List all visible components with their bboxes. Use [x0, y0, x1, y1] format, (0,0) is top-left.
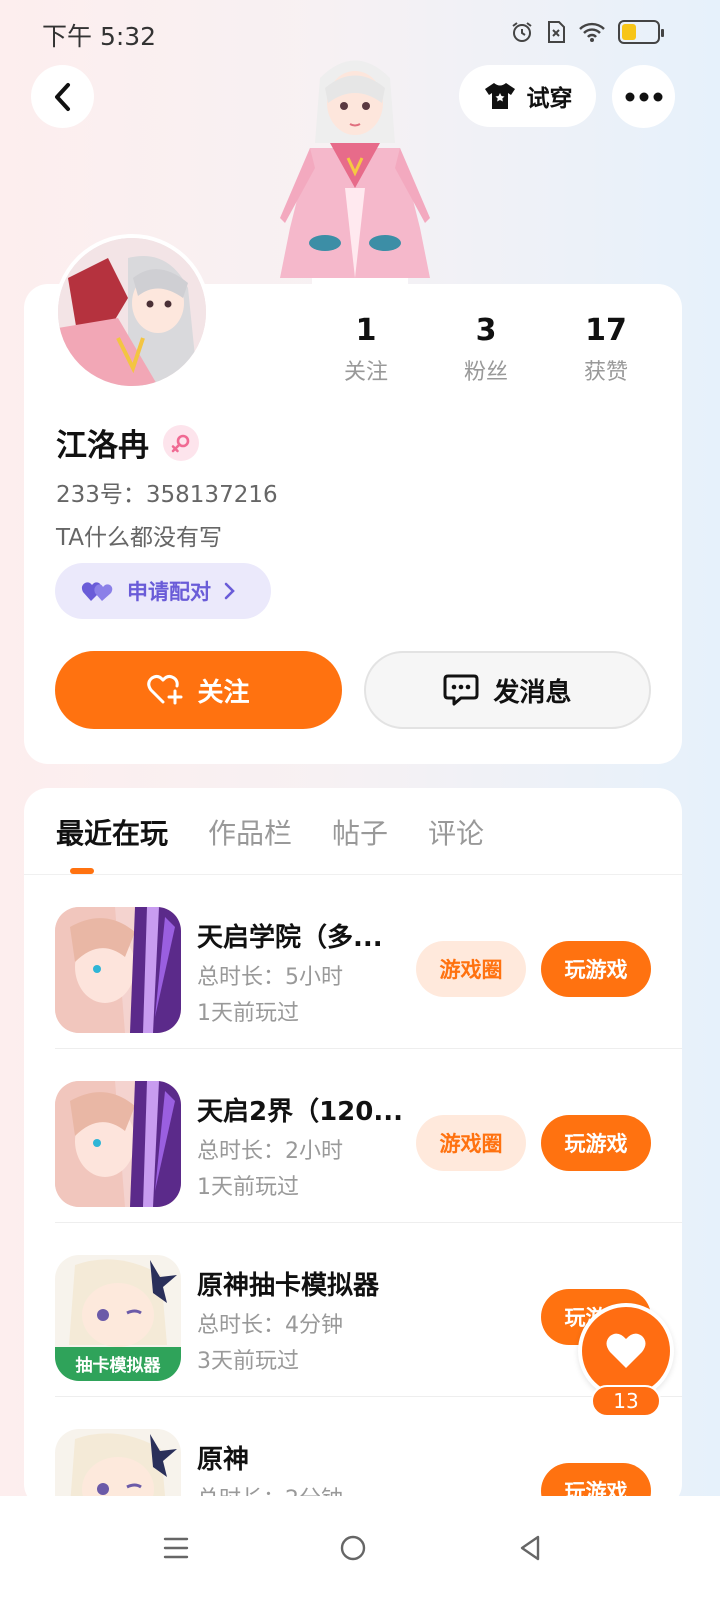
stat-label: 获赞 — [583, 360, 628, 385]
stat-likes[interactable]: 17 获赞 — [546, 312, 666, 386]
game-duration: 总时长：4分钟 — [197, 1313, 343, 1338]
nav-home-button[interactable] — [323, 1518, 383, 1578]
try-on-button[interactable]: 试穿 — [459, 65, 596, 127]
game-circle-button[interactable]: 游戏圈 — [416, 941, 526, 997]
list-item[interactable]: 天启学院（多... 总时长：5小时 1天前玩过 游戏圈 玩游戏 — [24, 875, 682, 1049]
game-last-played: 1天前玩过 — [197, 1175, 299, 1200]
list-item[interactable]: 原神 总时长：2分钟 玩游戏 — [24, 1397, 682, 1508]
stat-label: 关注 — [343, 360, 388, 385]
heart-plus-icon — [147, 674, 183, 705]
nav-menu-button[interactable] — [146, 1518, 206, 1578]
heart-icon — [606, 1333, 646, 1368]
female-gender-icon — [163, 424, 199, 461]
list-item[interactable]: 天启2界（120... 总时长：2小时 1天前玩过 游戏圈 玩游戏 — [24, 1049, 682, 1223]
game-icon: 抽卡模拟器 — [55, 1255, 181, 1381]
tab-bar: 最近在玩 作品栏 帖子 评论 — [56, 812, 484, 852]
game-duration: 总时长：5小时 — [197, 965, 343, 990]
stats: 1 关注 3 粉丝 17 获赞 — [306, 312, 666, 386]
more-button[interactable] — [612, 65, 675, 128]
game-name: 天启学院（多... — [197, 923, 383, 953]
double-heart-icon — [81, 582, 113, 601]
status-time: 下午 5:32 — [42, 22, 157, 51]
game-icon — [55, 1081, 181, 1207]
stat-value: 17 — [585, 313, 627, 348]
request-pair-label: 申请配对 — [127, 580, 211, 604]
game-duration: 总时长：2小时 — [197, 1139, 343, 1164]
alarm-icon — [512, 22, 532, 42]
system-nav-bar — [0, 1496, 720, 1600]
user-id: 233号：358137216 — [56, 482, 278, 508]
tab-comments[interactable]: 评论 — [428, 812, 484, 852]
tab-recently-played[interactable]: 最近在玩 — [56, 812, 168, 852]
game-last-played: 3天前玩过 — [197, 1349, 299, 1374]
user-bio: TA什么都没有写 — [56, 525, 222, 551]
more-icon — [625, 92, 662, 101]
play-game-button[interactable]: 玩游戏 — [541, 941, 651, 997]
like-count: 13 — [591, 1385, 661, 1417]
user-name: 江洛冉 — [56, 428, 149, 464]
content-card: 最近在玩 作品栏 帖子 评论 天启学院（多... 总时长：5小时 1天前玩过 游… — [24, 788, 682, 1508]
avatar-figure — [280, 60, 430, 288]
home-circle-icon — [340, 1535, 366, 1561]
follow-label: 关注 — [197, 677, 250, 708]
back-button[interactable] — [31, 65, 94, 128]
chat-bubble-icon — [443, 674, 479, 706]
stat-value: 1 — [355, 313, 377, 348]
menu-icon — [163, 1537, 189, 1559]
wifi-icon — [579, 22, 605, 42]
battery-icon — [618, 20, 664, 44]
tab-works[interactable]: 作品栏 — [208, 812, 292, 852]
stat-value: 3 — [475, 313, 497, 348]
avatar[interactable] — [54, 234, 210, 390]
game-circle-button[interactable]: 游戏圈 — [416, 1115, 526, 1171]
try-on-label: 试穿 — [526, 86, 573, 112]
send-message-label: 发消息 — [493, 677, 572, 708]
stat-fans[interactable]: 3 粉丝 — [426, 312, 546, 386]
game-name: 天启2界（120... — [197, 1097, 403, 1127]
game-icon — [55, 907, 181, 1033]
game-last-played: 1天前玩过 — [197, 1001, 299, 1026]
back-triangle-icon — [520, 1535, 540, 1561]
tab-posts[interactable]: 帖子 — [332, 812, 388, 852]
stat-label: 粉丝 — [463, 360, 508, 385]
status-icons — [510, 20, 664, 44]
request-pair-button[interactable]: 申请配对 — [55, 563, 271, 619]
follow-button[interactable]: 关注 — [55, 651, 342, 729]
nav-back-button[interactable] — [500, 1518, 560, 1578]
game-name: 原神抽卡模拟器 — [197, 1271, 380, 1301]
stat-following[interactable]: 1 关注 — [306, 312, 426, 386]
chevron-right-icon — [224, 582, 235, 600]
game-name: 原神 — [197, 1445, 250, 1475]
tshirt-icon — [484, 83, 515, 109]
send-message-button[interactable]: 发消息 — [364, 651, 651, 729]
name-row: 江洛冉 — [56, 420, 199, 465]
no-sim-icon — [548, 21, 565, 43]
game-list: 天启学院（多... 总时长：5小时 1天前玩过 游戏圈 玩游戏 天启2界（120… — [24, 875, 682, 1508]
play-game-button[interactable]: 玩游戏 — [541, 1115, 651, 1171]
chevron-left-icon — [54, 82, 70, 111]
game-icon-badge: 抽卡模拟器 — [76, 1355, 162, 1376]
